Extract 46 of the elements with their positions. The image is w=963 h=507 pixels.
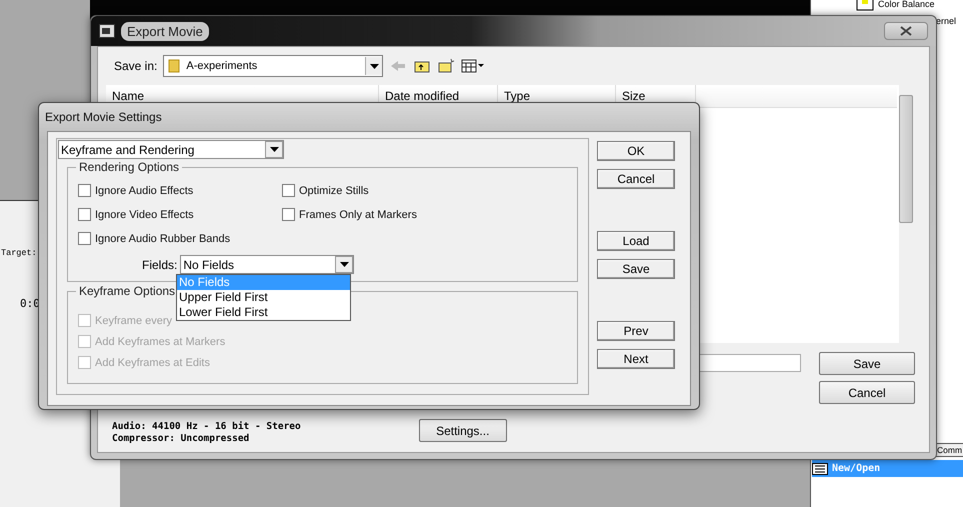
dialog-button[interactable]: OK [597, 141, 675, 161]
save-button[interactable]: Save [819, 352, 915, 375]
folder-select[interactable]: A-experiments [163, 55, 384, 77]
dialog-button[interactable]: Prev [597, 321, 675, 341]
fields-select[interactable]: No Fields [180, 255, 354, 274]
dialog-button[interactable]: Next [597, 349, 675, 369]
dialog-button[interactable]: Cancel [597, 169, 675, 189]
effect-label[interactable]: Color Balance [878, 0, 935, 9]
caret-icon [370, 64, 379, 68]
effect-label[interactable]: ernel [936, 16, 956, 26]
checkbox[interactable] [78, 208, 91, 221]
window-title: Export Movie [121, 22, 209, 40]
checkbox-label: Add Keyframes at Markers [95, 336, 226, 348]
checkbox[interactable] [282, 184, 295, 197]
close-icon [900, 26, 912, 36]
checkbox-label: Optimize Stills [299, 184, 369, 196]
panel-tab[interactable]: Comm [935, 443, 963, 457]
settings-button[interactable]: Settings... [418, 419, 507, 442]
section-select[interactable]: Keyframe and Rendering [58, 140, 284, 159]
checkbox[interactable] [78, 184, 91, 197]
checkbox-label: Frames Only at Markers [299, 208, 417, 220]
fields-label: Fields: [142, 258, 178, 272]
view-menu-icon[interactable] [461, 58, 486, 74]
new-folder-icon[interactable] [437, 58, 456, 74]
checkbox-label: Ignore Video Effects [95, 208, 194, 220]
checkbox-label: Add Keyframes at Edits [95, 356, 210, 368]
checkbox[interactable] [78, 232, 91, 245]
cancel-button[interactable]: Cancel [819, 381, 915, 404]
save-in-label: Save in: [114, 59, 158, 73]
film-icon [99, 24, 115, 38]
checkbox-label: Ignore Audio Effects [95, 184, 194, 196]
dialog-button[interactable]: Save [597, 259, 675, 279]
target-label: Target: [1, 248, 37, 258]
checkbox-label: Ignore Audio Rubber Bands [95, 232, 230, 244]
caret-icon [270, 147, 278, 152]
close-button[interactable] [884, 22, 928, 40]
dialog-title: Export Movie Settings [44, 109, 163, 126]
info-line: Audio: 44100 Hz - 16 bit - Stereo [112, 421, 301, 433]
group-title: Keyframe Options [76, 284, 178, 298]
dialog-button[interactable]: Load [597, 231, 675, 251]
checkbox[interactable] [282, 208, 295, 221]
group-title: Rendering Options [76, 160, 182, 174]
checkbox-label: Keyframe every [95, 314, 172, 326]
caret-icon [340, 262, 349, 267]
folder-icon [168, 59, 180, 73]
info-line: Compressor: Uncompressed [112, 433, 250, 445]
